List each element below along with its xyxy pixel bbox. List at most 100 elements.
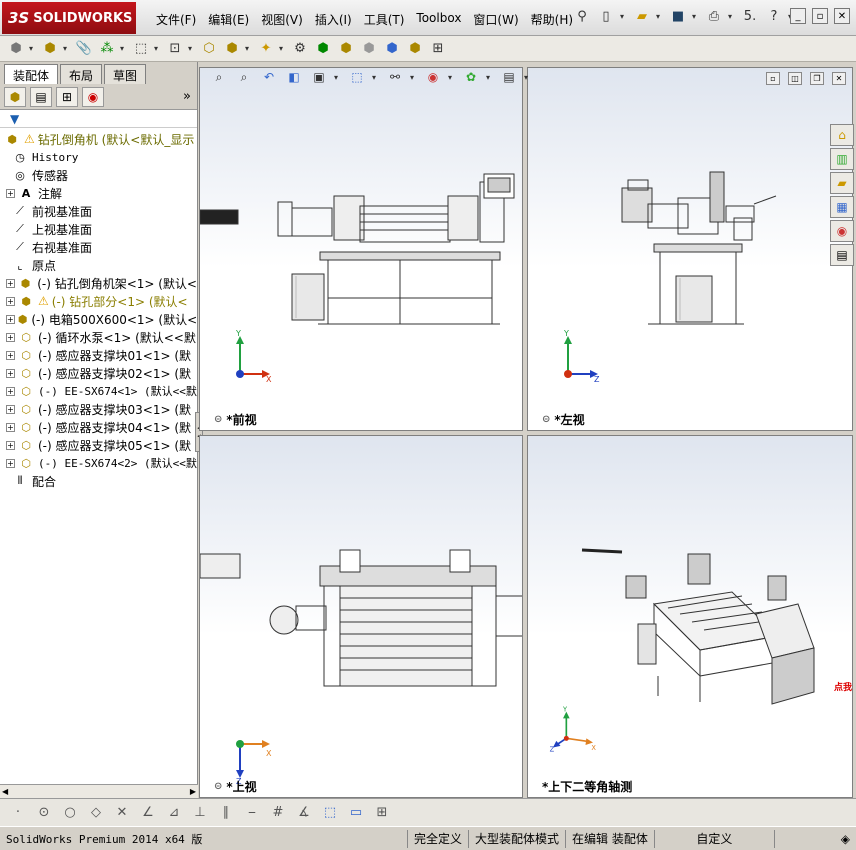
tree-item-component[interactable]: + ⬢ (-) 钻孔倒角机架<1> (默认<	[0, 274, 197, 292]
save-icon[interactable]: ■	[668, 6, 688, 26]
chevron-down-icon[interactable]: ▾	[154, 44, 162, 53]
snap-grid-icon[interactable]: ⊞	[372, 803, 392, 823]
chevron-down-icon[interactable]: ▾	[448, 73, 456, 82]
chevron-down-icon[interactable]: ▾	[29, 44, 37, 53]
expand-icon[interactable]: +	[6, 296, 15, 306]
chevron-down-icon[interactable]: ▾	[188, 44, 196, 53]
scroll-left-icon[interactable]: ◀	[2, 787, 8, 796]
tree-item-component[interactable]: + ⬡ (-) 感应器支撑块03<1> (默	[0, 400, 197, 418]
hole-alignment-icon[interactable]: ⊞	[428, 39, 448, 59]
chevron-down-icon[interactable]: ▾	[620, 12, 628, 21]
component-icon[interactable]: ⬢	[6, 39, 26, 59]
tree-item-right-plane[interactable]: ⟋ 右视基准面	[0, 238, 197, 256]
pattern-icon[interactable]: ⁂	[97, 39, 117, 59]
viewport-top[interactable]: X Z ⊝ *上视	[199, 435, 523, 798]
intersection-icon[interactable]: ✕	[112, 803, 132, 823]
custom-properties-icon[interactable]: ▤	[830, 244, 854, 266]
move-component-icon[interactable]: ⬚	[131, 39, 151, 59]
reference-geometry-icon[interactable]: ⬢	[222, 39, 242, 59]
assembly-feature-icon[interactable]: ⬡	[199, 39, 219, 59]
tree-root[interactable]: ⬢ ⚠ 钻孔倒角机 (默认<默认_显示	[0, 130, 197, 148]
view-orientation-icon[interactable]: ⬚	[347, 67, 367, 87]
chevron-down-icon[interactable]: ▾	[486, 73, 494, 82]
grid-icon[interactable]: #	[268, 803, 288, 823]
apply-scene-icon[interactable]: ✿	[461, 67, 481, 87]
expand-icon[interactable]: +	[6, 278, 15, 288]
tree-item-component[interactable]: + ⬡ (-) 循环水泵<1> (默认<<默	[0, 328, 197, 346]
tree-item-component[interactable]: + ⬡ (-) EE-SX674<1> (默认<<默	[0, 382, 197, 400]
menu-window[interactable]: 窗口(W)	[469, 9, 526, 30]
center-icon[interactable]: ⊙	[34, 803, 54, 823]
display-manager-icon[interactable]: ◉	[82, 86, 104, 107]
chevron-down-icon[interactable]: ▾	[410, 73, 418, 82]
tree-item-component[interactable]: + ⬡ (-) 感应器支撑块05<1> (默	[0, 436, 197, 454]
chevron-down-icon[interactable]: ▾	[279, 44, 287, 53]
zoom-area-icon[interactable]: ⌕	[234, 67, 254, 87]
expand-icon[interactable]: +	[6, 386, 15, 396]
nearest-icon[interactable]: ∠	[138, 803, 158, 823]
mate-icon[interactable]: 📎	[74, 39, 94, 59]
chevron-down-icon[interactable]: ▾	[524, 73, 532, 82]
panel-horizontal-scrollbar[interactable]: ◀ ▶	[0, 784, 198, 798]
tree-item-component[interactable]: + ⬡ (-) 感应器支撑块04<1> (默	[0, 418, 197, 436]
file-explorer-icon[interactable]: ▰	[830, 172, 854, 194]
resources-icon[interactable]: ⌂	[830, 124, 854, 146]
viewport-front[interactable]: Y X ⊝ *前视	[199, 67, 523, 431]
status-units[interactable]: 自定义	[655, 829, 775, 848]
appearances-icon[interactable]: ◉	[830, 220, 854, 242]
tree-item-annotations[interactable]: + A 注解	[0, 184, 197, 202]
quadrant-icon[interactable]: ◇	[86, 803, 106, 823]
section-view-icon[interactable]: ◧	[284, 67, 304, 87]
interference-icon[interactable]: ⬢	[382, 39, 402, 59]
minimize-icon[interactable]: _	[790, 8, 806, 24]
angle-icon[interactable]: ∡	[294, 803, 314, 823]
tree-item-component[interactable]: + ⬡ (-) 感应器支撑块01<1> (默	[0, 346, 197, 364]
menu-edit[interactable]: 编辑(E)	[204, 9, 257, 30]
menu-toolbox[interactable]: Toolbox	[412, 9, 469, 30]
chevron-down-icon[interactable]: ▾	[63, 44, 71, 53]
new-motion-study-icon[interactable]: ✦	[256, 39, 276, 59]
tab-assembly[interactable]: 装配体	[4, 64, 59, 84]
tree-item-component[interactable]: + ⬡ (-) 感应器支撑块02<1> (默	[0, 364, 197, 382]
explode-line-icon[interactable]: ⬢	[336, 39, 356, 59]
chevron-down-icon[interactable]: ▾	[656, 12, 664, 21]
expand-icon[interactable]: +	[6, 368, 15, 378]
chevron-down-icon[interactable]: ▾	[334, 73, 342, 82]
status-tag-icon[interactable]: ◈	[835, 830, 856, 848]
display-style-icon[interactable]: ⚯	[385, 67, 405, 87]
expand-icon[interactable]: +	[6, 404, 15, 414]
tree-item-component[interactable]: + ⬡ (-) EE-SX674<2> (默认<<默	[0, 454, 197, 472]
view-palette-icon[interactable]: ▦	[830, 196, 854, 218]
promo-badge[interactable]: 点我	[834, 680, 852, 693]
previous-view-icon[interactable]: ↶	[259, 67, 279, 87]
expand-icon[interactable]: +	[6, 422, 15, 432]
instant3d-icon[interactable]: ⬢	[359, 39, 379, 59]
dynamic-annotation-icon[interactable]: ▣	[309, 67, 329, 87]
horizontal-icon[interactable]: ⎯	[242, 803, 262, 823]
view-settings-icon[interactable]: ▤	[499, 67, 519, 87]
tree-item-front-plane[interactable]: ⟋ 前视基准面	[0, 202, 197, 220]
close-icon[interactable]: ✕	[834, 8, 850, 24]
expand-icon[interactable]: +	[6, 440, 15, 450]
link-view-icon[interactable]: ⊝	[214, 414, 222, 425]
new-document-icon[interactable]: ▯	[596, 6, 616, 26]
menu-file[interactable]: 文件(F)	[152, 9, 204, 30]
configuration-manager-icon[interactable]: ⊞	[56, 86, 78, 107]
clearance-icon[interactable]: ⬢	[405, 39, 425, 59]
tangent-icon[interactable]: ⊿	[164, 803, 184, 823]
more-tabs-icon[interactable]: »	[183, 89, 191, 104]
circle-icon[interactable]: ○	[60, 803, 80, 823]
open-folder-icon[interactable]: ▰	[632, 6, 652, 26]
tab-sketch[interactable]: 草图	[104, 64, 147, 84]
tree-item-mates[interactable]: ⫴ 配合	[0, 472, 197, 490]
parallel-icon[interactable]: ∥	[216, 803, 236, 823]
chevron-down-icon[interactable]: ▾	[728, 12, 736, 21]
chevron-down-icon[interactable]: ▾	[245, 44, 253, 53]
menu-view[interactable]: 视图(V)	[257, 9, 311, 30]
assembly-icon[interactable]: ⬢	[40, 39, 60, 59]
expand-icon[interactable]: +	[6, 350, 15, 360]
scroll-right-icon[interactable]: ▶	[190, 787, 196, 796]
show-hidden-icon[interactable]: ⊡	[165, 39, 185, 59]
chevron-down-icon[interactable]: ▾	[372, 73, 380, 82]
filter-icon[interactable]: ▼	[10, 112, 19, 126]
